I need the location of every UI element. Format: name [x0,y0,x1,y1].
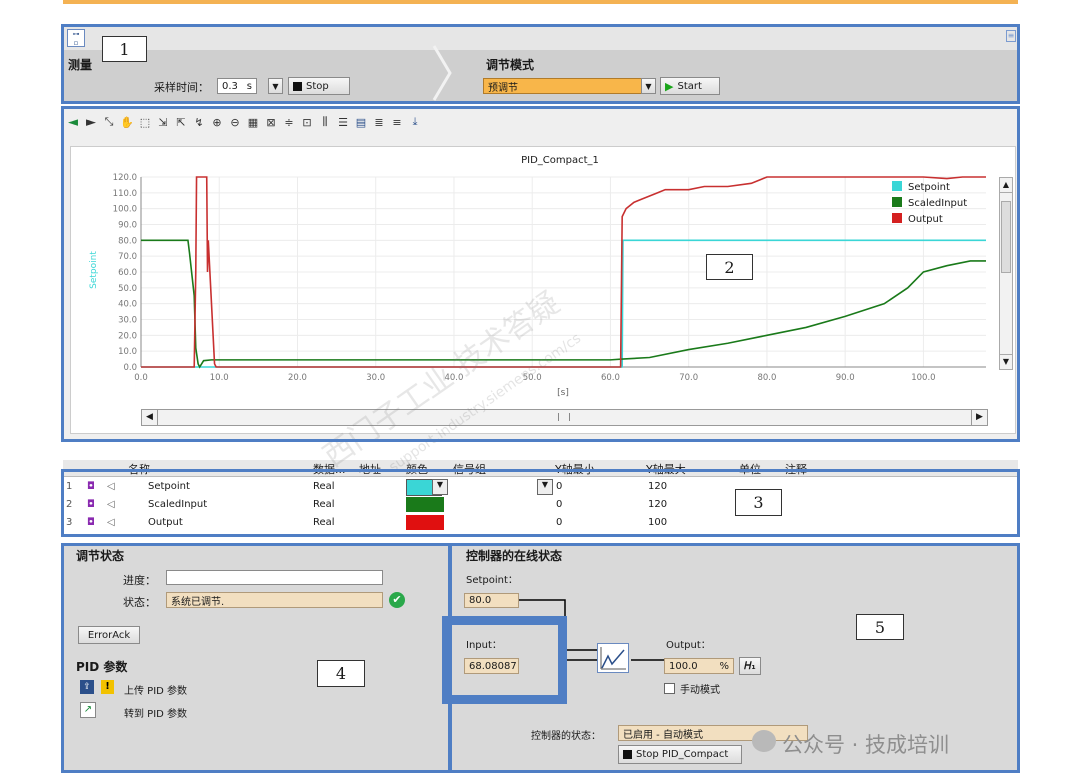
annotation-number-5: 5 [856,614,904,640]
annotation-number-3: 3 [735,489,782,516]
annotation-number-2: 2 [706,254,753,280]
annotation-frame-5 [449,543,1020,773]
annotation-number-4: 4 [317,660,365,687]
annotation-frame-4 [61,543,451,773]
annotation-number-1: 1 [102,36,147,62]
annotation-frame-3 [61,469,1020,537]
top-accent-bar [63,0,1018,4]
annotation-frame-2 [61,106,1020,442]
annotation-frame-1 [61,24,1020,104]
